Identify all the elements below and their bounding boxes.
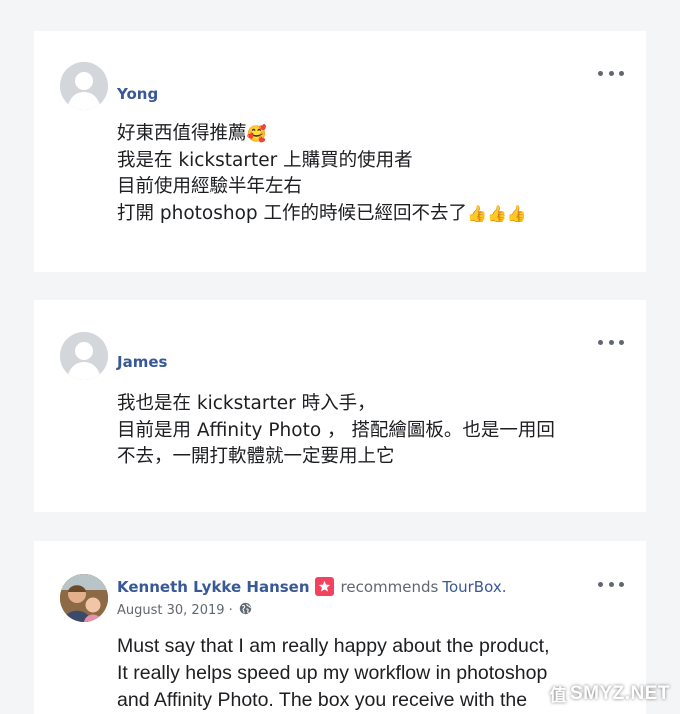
default-avatar-icon [60, 62, 108, 110]
recommends-text: recommends [340, 577, 439, 596]
dot-icon [608, 339, 614, 345]
review-line: It really helps speed up my workflow in … [117, 662, 548, 684]
comment-line: 打開 photoshop 工作的時候已經回不去了 [117, 202, 468, 224]
avatar[interactable] [60, 332, 108, 380]
dot-icon [598, 70, 603, 76]
default-avatar-icon [60, 332, 108, 380]
dot-icon [608, 70, 614, 76]
smiling-face-hearts-icon: 🥰 [246, 124, 267, 143]
comment-card: James 我也是在 kickstarter 時入手， 目前是用 Affinit… [34, 300, 646, 512]
recommend-star-icon [314, 577, 334, 596]
more-options-button[interactable] [598, 66, 624, 80]
review-text: Must say that I am really happy about th… [117, 633, 550, 714]
avatar[interactable] [60, 62, 108, 110]
review-line: Must say that I am really happy about th… [117, 635, 550, 657]
comment-card: Yong 好東西值得推薦🥰 我是在 kickstarter 上購買的使用者 目前… [34, 31, 646, 272]
dot-icon [598, 581, 603, 587]
author-name[interactable]: Yong [117, 85, 158, 103]
site-watermark: 值 SMYZ.NET [549, 681, 670, 706]
comment-line: 我也是在 kickstarter 時入手， [117, 393, 376, 414]
avatar[interactable] [60, 574, 108, 622]
watermark-text: SMYZ.NET [569, 682, 670, 704]
dot-icon [598, 339, 603, 345]
more-options-button[interactable] [598, 335, 624, 349]
page-link[interactable]: TourBox. [442, 578, 506, 596]
dot-icon [608, 581, 614, 587]
author-name[interactable]: James [117, 353, 167, 371]
comment-line: 好東西值得推薦 [117, 123, 247, 144]
more-options-button[interactable] [598, 577, 624, 591]
watermark-logo-glyph: 值 [549, 686, 567, 705]
comment-line: 目前是用 Affinity Photo ， 搭配繪圖板。也是一用回 [117, 419, 555, 441]
author-name[interactable]: Kenneth Lykke Hansen [117, 578, 310, 596]
dot-icon [619, 70, 624, 76]
comment-line: 我是在 kickstarter 上購買的使用者 [117, 149, 413, 171]
dot-icon [619, 339, 624, 345]
dot-icon [619, 581, 624, 587]
comment-line: 不去，一開打軟體就一定要用上它 [117, 446, 395, 467]
profile-photo-icon [60, 574, 108, 622]
post-date[interactable]: August 30, 2019 · [117, 603, 233, 618]
comment-text: 我也是在 kickstarter 時入手， 目前是用 Affinity Phot… [117, 391, 555, 471]
review-header: Kenneth Lykke Hansen recommends TourBox. [117, 577, 506, 596]
post-meta: August 30, 2019 · [117, 602, 252, 619]
review-line: and Affinity Photo. The box you receive … [117, 689, 528, 711]
globe-icon [239, 602, 252, 619]
thumbs-up-icon: 👍👍👍 [467, 203, 527, 223]
comment-text: 好東西值得推薦🥰 我是在 kickstarter 上購買的使用者 目前使用經驗半… [117, 121, 527, 227]
comment-line: 目前使用經驗半年左右 [117, 176, 303, 197]
